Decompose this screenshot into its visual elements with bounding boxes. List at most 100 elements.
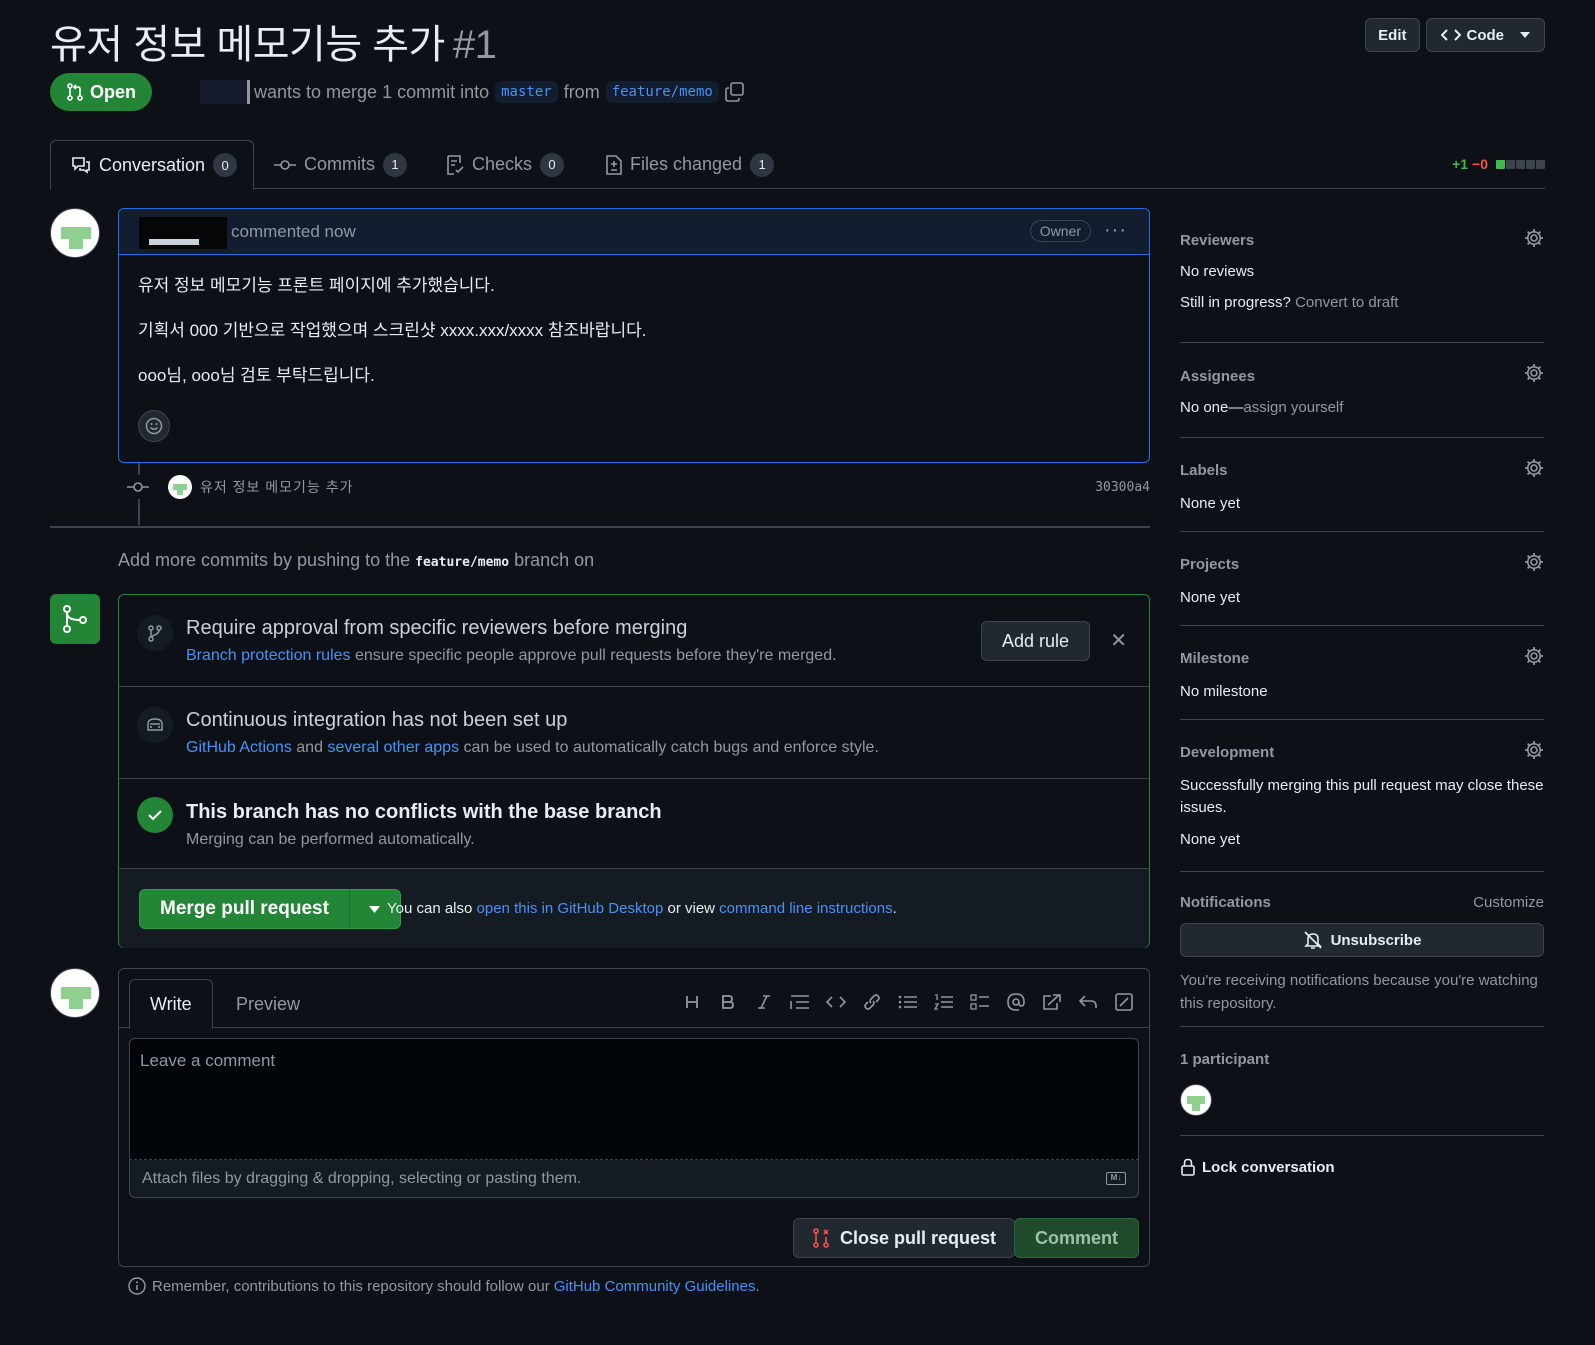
markdown-icon: M↓	[1106, 1172, 1126, 1185]
diffstat-additions: +1	[1452, 156, 1469, 172]
code-icon[interactable]	[825, 991, 847, 1013]
pr-state-row: Open wants to merge 1 commit into master…	[50, 72, 745, 112]
comment-button[interactable]: Comment	[1013, 1218, 1139, 1258]
add-reaction-button[interactable]	[138, 410, 170, 442]
convert-to-draft-link[interactable]: Convert to draft	[1295, 294, 1398, 311]
customize-link[interactable]: Customize	[1473, 894, 1544, 911]
tab-conversation-label: Conversation	[99, 154, 206, 175]
diffstat-blocks	[1496, 159, 1545, 169]
approval-desc-text: ensure specific people approve pull requ…	[354, 647, 837, 664]
also-prefix: You can also	[387, 900, 473, 917]
attach-files-bar[interactable]: Attach files by dragging & dropping, sel…	[129, 1160, 1139, 1198]
fullscreen-icon[interactable]	[1113, 991, 1135, 1013]
avatar[interactable]	[50, 208, 100, 258]
base-branch-label[interactable]: master	[495, 81, 558, 103]
sidebar-title[interactable]: Assignees	[1180, 368, 1544, 385]
bold-icon[interactable]	[717, 991, 739, 1013]
commit-message[interactable]: 유저 정보 메모기능 추가	[200, 477, 353, 497]
branch-protection-link[interactable]: Branch protection rules	[186, 647, 351, 664]
comment-button-label: Comment	[1034, 1227, 1118, 1248]
tab-commits-label: Commits	[304, 154, 375, 174]
conflict-desc: Merging can be performed automatically.	[186, 831, 475, 848]
tab-preview[interactable]: Preview	[216, 979, 320, 1029]
ci-title: Continuous integration has not been set …	[186, 709, 568, 731]
reply-icon[interactable]	[1077, 991, 1099, 1013]
avatar[interactable]	[1180, 1084, 1212, 1116]
close-icon[interactable]: ✕	[1110, 631, 1127, 651]
gear-icon[interactable]	[1524, 552, 1544, 572]
close-pr-label: Close pull request	[839, 1227, 996, 1248]
tab-write[interactable]: Write	[129, 979, 213, 1029]
sidebar-title[interactable]: Reviewers	[1180, 232, 1544, 249]
sidebar-title[interactable]: Labels	[1180, 462, 1544, 479]
comment-textarea[interactable]: Leave a comment	[129, 1038, 1139, 1160]
gear-icon[interactable]	[1524, 228, 1544, 248]
sidebar-value: None yet	[1180, 831, 1241, 848]
diffstat: +1 −0	[1452, 156, 1545, 172]
other-apps-link[interactable]: several other apps	[327, 739, 459, 756]
comment-discussion-icon	[71, 156, 91, 174]
task-list-icon[interactable]	[969, 991, 991, 1013]
comment-body: 유저 정보 메모기능 프론트 페이지에 추가했습니다. 기획서 000 기반으로…	[119, 255, 1149, 462]
diffstat-block	[1506, 159, 1515, 169]
avatar[interactable]	[50, 968, 100, 1018]
edit-button[interactable]: Edit	[1365, 18, 1420, 52]
comment-composer: Write Preview Leave a comment Attach fil…	[118, 968, 1150, 1267]
community-guidelines-link[interactable]: GitHub Community Guidelines	[554, 1278, 756, 1295]
github-actions-link[interactable]: GitHub Actions	[186, 739, 292, 756]
tab-files-changed[interactable]: Files changed 1	[586, 140, 794, 189]
sidebar-title[interactable]: Projects	[1180, 556, 1544, 573]
progress-question: Still in progress?	[1180, 294, 1291, 311]
tab-commits[interactable]: Commits 1	[254, 140, 427, 189]
unordered-list-icon[interactable]	[897, 991, 919, 1013]
italic-icon[interactable]	[753, 991, 775, 1013]
sidebar-title[interactable]: Milestone	[1180, 650, 1544, 667]
head-branch-label[interactable]: feature/memo	[605, 81, 719, 103]
kebab-horizontal-icon[interactable]: ···	[1104, 220, 1127, 240]
command-line-link[interactable]: command line instructions	[719, 900, 892, 917]
gear-icon[interactable]	[1524, 740, 1544, 760]
also-mid: or view	[667, 900, 715, 917]
tab-checks[interactable]: Checks 0	[426, 140, 584, 189]
guidelines-note: Remember, contributions to this reposito…	[128, 1277, 760, 1295]
link-icon[interactable]	[861, 991, 883, 1013]
checklist-icon	[446, 154, 464, 175]
chevron-down-icon	[1520, 32, 1530, 38]
add-rule-button[interactable]: Add rule	[980, 621, 1090, 661]
ordered-list-icon[interactable]	[933, 991, 955, 1013]
gear-icon[interactable]	[1524, 646, 1544, 666]
git-pull-request-closed-icon	[812, 1228, 830, 1248]
open-desktop-link[interactable]: open this in GitHub Desktop	[477, 900, 664, 917]
tab-conversation[interactable]: Conversation 0	[50, 140, 254, 190]
mention-icon[interactable]	[1005, 991, 1027, 1013]
no-one-text: No one—	[1180, 399, 1244, 416]
heading-icon[interactable]	[681, 991, 703, 1013]
pr-description-comment: commented now Owner ··· 유저 정보 메모기능 프론트 페…	[118, 208, 1150, 463]
code-button[interactable]: Code	[1425, 18, 1545, 52]
diffstat-block	[1536, 159, 1545, 169]
merge-pull-request-button[interactable]: Merge pull request	[139, 889, 401, 929]
lock-label: Lock conversation	[1202, 1158, 1335, 1176]
file-diff-icon	[606, 154, 622, 175]
sidebar-title[interactable]: Development	[1180, 744, 1544, 761]
commit-sha[interactable]: 30300a4	[1095, 480, 1150, 495]
diffstat-block	[1496, 159, 1505, 169]
assign-yourself-link[interactable]: assign yourself	[1243, 399, 1343, 416]
quote-icon[interactable]	[789, 991, 811, 1013]
lock-conversation-button[interactable]: Lock conversation	[1180, 1136, 1544, 1176]
sidebar-milestone: Milestone No milestone	[1180, 626, 1544, 720]
sidebar-participants: 1 participant	[1180, 1027, 1544, 1136]
sidebar: Reviewers No reviews Still in progress? …	[1180, 208, 1544, 1176]
gear-icon[interactable]	[1524, 363, 1544, 383]
sidebar-projects: Projects None yet	[1180, 532, 1544, 626]
cross-reference-icon[interactable]	[1041, 991, 1063, 1013]
approval-title: Require approval from specific reviewers…	[186, 617, 688, 639]
merge-box: Require approval from specific reviewers…	[118, 594, 1150, 948]
from-word: from	[563, 81, 600, 102]
pr-header: 유저 정보 메모기능 추가 #1 Edit Code	[50, 12, 1545, 67]
close-pull-request-button[interactable]: Close pull request	[792, 1218, 1015, 1258]
avatar[interactable]	[168, 475, 192, 499]
copy-icon[interactable]	[725, 82, 745, 102]
gear-icon[interactable]	[1524, 458, 1544, 478]
unsubscribe-button[interactable]: Unsubscribe	[1180, 923, 1544, 957]
